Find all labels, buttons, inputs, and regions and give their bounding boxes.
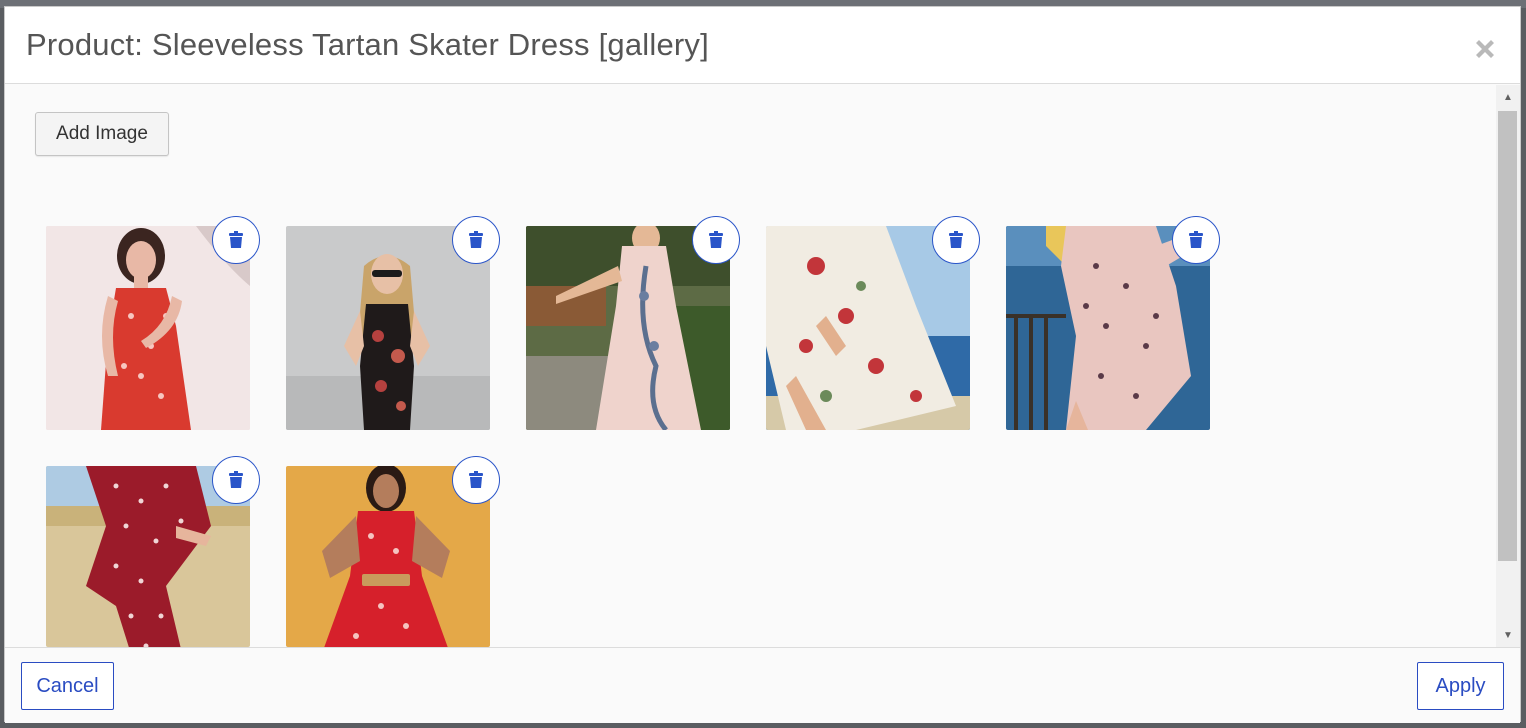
image-gallery (5, 85, 1496, 647)
trash-icon (949, 231, 963, 248)
trash-icon (229, 231, 243, 248)
delete-image-5-button[interactable] (1172, 216, 1220, 264)
trash-icon (469, 231, 483, 248)
trash-icon (229, 471, 243, 488)
scrollbar-thumb[interactable] (1498, 111, 1517, 561)
modal-header: Product: Sleeveless Tartan Skater Dress … (5, 7, 1520, 84)
apply-button[interactable]: Apply (1417, 662, 1504, 710)
delete-image-1-button[interactable] (212, 216, 260, 264)
close-icon (1476, 40, 1494, 58)
cancel-button[interactable]: Cancel (21, 662, 114, 710)
trash-icon (709, 231, 723, 248)
body-scrollbar[interactable]: ▲ ▼ (1496, 85, 1520, 647)
gallery-modal: Product: Sleeveless Tartan Skater Dress … (4, 6, 1521, 723)
delete-image-4-button[interactable] (932, 216, 980, 264)
modal-title: Product: Sleeveless Tartan Skater Dress … (26, 27, 709, 62)
trash-icon (469, 471, 483, 488)
scroll-down-arrow-icon[interactable]: ▼ (1496, 623, 1520, 647)
delete-image-2-button[interactable] (452, 216, 500, 264)
trash-icon (1189, 231, 1203, 248)
close-button[interactable] (1470, 34, 1500, 64)
modal-body: Add Image (5, 85, 1496, 647)
delete-image-3-button[interactable] (692, 216, 740, 264)
delete-image-7-button[interactable] (452, 456, 500, 504)
modal-footer: Cancel Apply (5, 647, 1520, 723)
scroll-up-arrow-icon[interactable]: ▲ (1496, 85, 1520, 109)
delete-image-6-button[interactable] (212, 456, 260, 504)
